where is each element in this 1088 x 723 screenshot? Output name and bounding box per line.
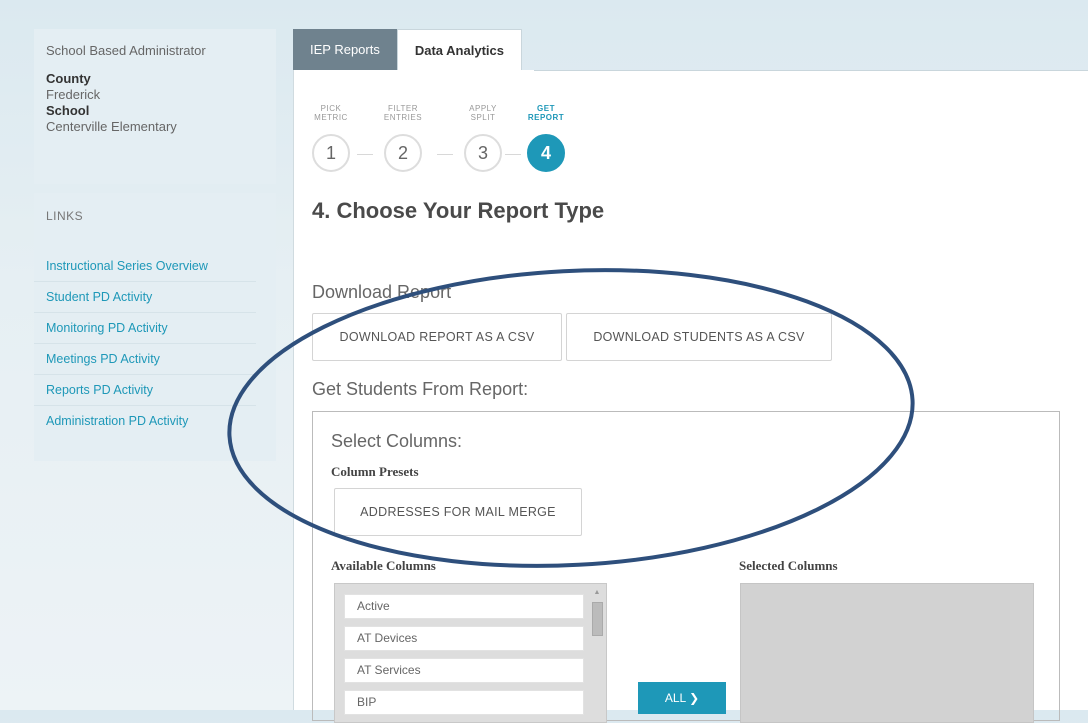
step-number[interactable]: 1 xyxy=(312,134,350,172)
selected-columns-list[interactable] xyxy=(740,583,1034,723)
step-label: APPLY SPLIT xyxy=(469,104,497,122)
scroll-thumb[interactable] xyxy=(592,602,603,636)
download-report-csv-button[interactable]: DOWNLOAD REPORT AS A CSV xyxy=(312,313,562,361)
step-number[interactable]: 3 xyxy=(464,134,502,172)
county-value: Frederick xyxy=(46,87,101,102)
page-title: 4. Choose Your Report Type xyxy=(312,198,605,223)
list-item[interactable]: BIP xyxy=(344,690,584,715)
available-columns-label: Available Columns xyxy=(331,558,436,573)
get-students-heading: Get Students From Report: xyxy=(312,379,529,399)
step-label: PICK METRIC xyxy=(314,104,348,122)
step-number[interactable]: 2 xyxy=(384,134,422,172)
step-pick-metric[interactable]: PICK METRIC 1 xyxy=(306,104,356,172)
tab-divider xyxy=(534,70,1088,71)
available-columns-list[interactable]: Active AT Devices AT Services BIP ▲ xyxy=(334,583,607,723)
links-heading: LINKS xyxy=(46,209,84,223)
step-filter-entries[interactable]: FILTER ENTRIES 2 xyxy=(378,104,428,172)
selected-columns-label: Selected Columns xyxy=(739,558,838,573)
step-apply-split[interactable]: APPLY SPLIT 3 xyxy=(458,104,508,172)
list-item[interactable]: Active xyxy=(344,594,584,619)
school-value: Centerville Elementary xyxy=(46,119,177,134)
step-number[interactable]: 4 xyxy=(527,134,565,172)
user-role: School Based Administrator xyxy=(46,43,206,58)
scrollbar[interactable]: ▲ xyxy=(590,588,604,722)
wizard-steps: PICK METRIC 1 FILTER ENTRIES 2 APPLY SPLIT … xyxy=(306,104,596,174)
step-label: FILTER ENTRIES xyxy=(383,104,423,122)
select-columns-heading: Select Columns: xyxy=(331,431,463,451)
download-students-csv-button[interactable]: DOWNLOAD STUDENTS AS A CSV xyxy=(566,313,832,361)
add-all-columns-button[interactable]: ALL ❯ xyxy=(638,682,726,714)
preset-mail-merge-button[interactable]: ADDRESSES FOR MAIL MERGE xyxy=(334,488,582,536)
main-panel: PICK METRIC 1 FILTER ENTRIES 2 APPLY SPLIT … xyxy=(293,70,1088,723)
download-report-heading: Download Report xyxy=(312,282,452,302)
get-students-panel: Select Columns: Column Presets ADDRESSES… xyxy=(312,411,1060,723)
list-item[interactable]: AT Services xyxy=(344,658,584,683)
scroll-up-arrow-icon[interactable]: ▲ xyxy=(592,588,602,598)
link-instructional-series-overview[interactable]: Instructional Series Overview xyxy=(34,251,256,282)
links-panel: LINKS Instructional Series Overview Stud… xyxy=(34,193,276,461)
all-button-label: ALL xyxy=(664,691,686,705)
county-label: County xyxy=(46,71,91,86)
user-info-panel: School Based Administrator County Freder… xyxy=(34,29,276,184)
step-connector xyxy=(357,154,373,155)
link-student-pd-activity[interactable]: Student PD Activity xyxy=(34,282,256,313)
chevron-right-icon: ❯ xyxy=(689,691,700,705)
column-presets-label: Column Presets xyxy=(331,464,419,479)
link-reports-pd-activity[interactable]: Reports PD Activity xyxy=(34,375,256,406)
link-monitoring-pd-activity[interactable]: Monitoring PD Activity xyxy=(34,313,256,344)
link-administration-pd-activity[interactable]: Administration PD Activity xyxy=(34,406,256,436)
tab-bar: IEP Reports Data Analytics xyxy=(293,29,522,71)
school-label: School xyxy=(46,103,90,118)
list-item[interactable]: AT Devices xyxy=(344,626,584,651)
tab-iep-reports[interactable]: IEP Reports xyxy=(293,29,397,71)
tab-data-analytics[interactable]: Data Analytics xyxy=(396,29,522,71)
step-get-report[interactable]: GET REPORT 4 xyxy=(521,104,571,172)
step-label: GET REPORT xyxy=(527,104,565,122)
step-connector xyxy=(437,154,453,155)
link-meetings-pd-activity[interactable]: Meetings PD Activity xyxy=(34,344,256,375)
